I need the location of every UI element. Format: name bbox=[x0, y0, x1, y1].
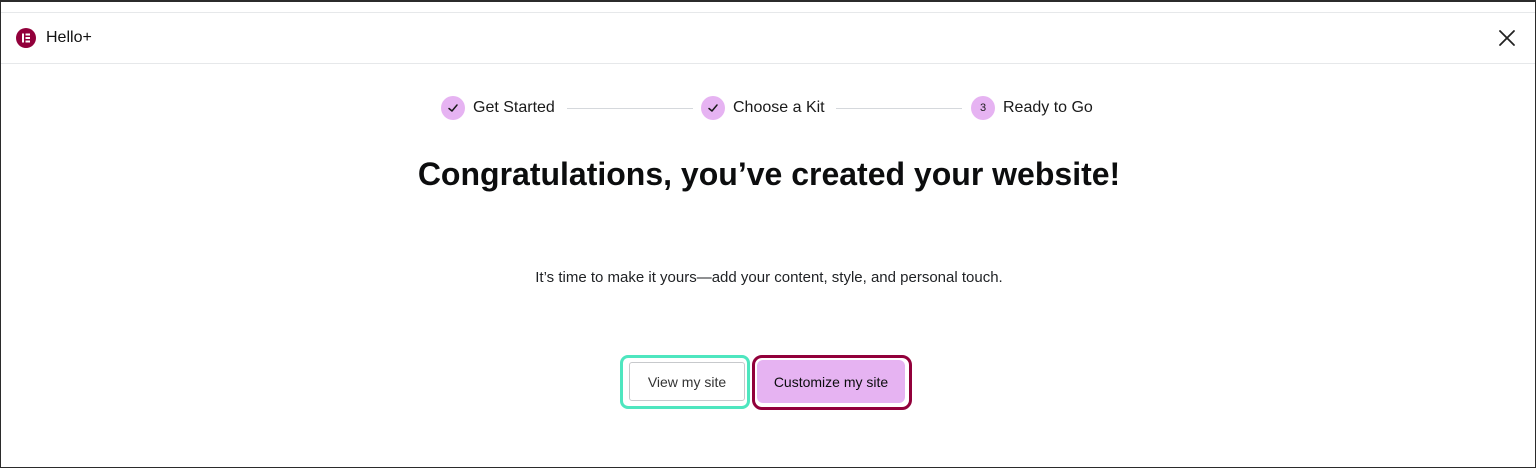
step-label: Get Started bbox=[473, 99, 555, 116]
step-get-started: Get Started bbox=[441, 96, 555, 120]
header-bar: Hello+ bbox=[1, 12, 1535, 64]
step-choose-kit: Choose a Kit bbox=[701, 96, 825, 120]
close-icon[interactable] bbox=[1497, 28, 1517, 48]
step-connector bbox=[836, 108, 962, 109]
step-connector bbox=[567, 108, 693, 109]
customize-my-site-button[interactable]: Customize my site bbox=[757, 360, 905, 403]
step-label: Choose a Kit bbox=[733, 99, 825, 116]
page-title: Congratulations, you’ve created your web… bbox=[417, 156, 1121, 192]
check-icon bbox=[441, 96, 465, 120]
step-label: Ready to Go bbox=[1003, 99, 1093, 116]
elementor-logo-icon bbox=[16, 28, 36, 48]
app-title: Hello+ bbox=[46, 29, 92, 46]
check-icon bbox=[701, 96, 725, 120]
step-ready-to-go: 3 Ready to Go bbox=[971, 96, 1093, 120]
page-subtitle: It’s time to make it yours—add your cont… bbox=[535, 269, 1003, 286]
view-my-site-button[interactable]: View my site bbox=[629, 362, 745, 401]
progress-stepper: Get Started Choose a Kit 3 Ready to Go bbox=[441, 96, 1101, 120]
onboarding-window: Hello+ Get Started Choose a Kit 3 Ready … bbox=[0, 0, 1536, 468]
step-number: 3 bbox=[971, 96, 995, 120]
